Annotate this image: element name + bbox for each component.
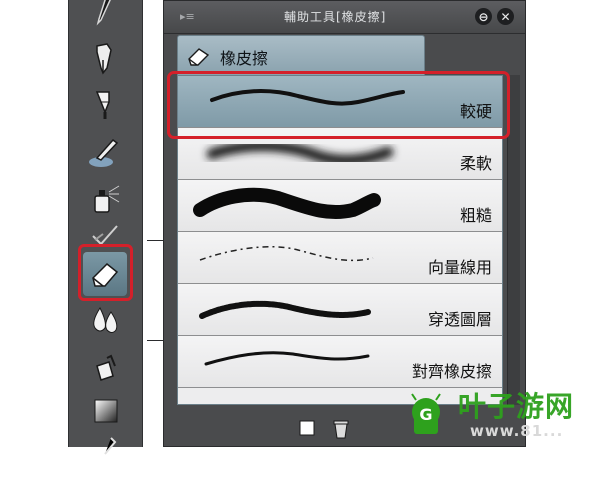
preset-label: 對齊橡皮擦 [411,362,492,381]
panel-grip-icon[interactable]: ▸≡ [180,10,195,23]
new-preset-icon[interactable] [297,418,317,438]
minimize-icon[interactable]: ⊖ [475,8,492,25]
selected-tool-highlight [78,244,133,301]
water-drop-icon[interactable] [77,296,133,344]
eraser-icon [188,48,210,66]
pen-nib-icon[interactable] [77,0,133,34]
brush-icon[interactable] [77,82,133,130]
preset-vector[interactable]: 向量線用 [178,232,502,284]
tab-eraser[interactable]: 橡皮擦 [177,35,425,75]
fountain-pen-icon[interactable] [77,36,133,84]
preset-label: 粗糙 [459,206,492,225]
stroke-preview-rough [193,187,381,220]
watermark-brand: 叶子游网 [458,390,575,423]
preset-snap-eraser[interactable]: 對齊橡皮擦 [178,336,502,388]
watermark-logo: G [411,393,441,434]
preset-label: 穿透圖層 [427,310,492,329]
subtool-panel: ▸≡ 輔助工具[橡皮擦] ⊖ ✕ 橡皮擦 較硬 柔軟 粗糙 向量線用 穿透圖層 … [163,0,526,447]
close-icon[interactable]: ✕ [497,8,514,25]
panel-titlebar[interactable]: ▸≡ 輔助工具[橡皮擦] ⊖ ✕ [164,1,525,34]
preset-through-layers[interactable]: 穿透圖層 [178,284,502,336]
preset-label: 柔軟 [459,154,492,173]
tab-label: 橡皮擦 [220,49,269,68]
svg-text:G: G [419,405,432,424]
watermark-url: www.81... [470,422,564,440]
pen-nib-icon-bottom[interactable] [77,430,133,478]
airbrush-icon[interactable] [77,130,133,178]
selected-preset-highlight [167,71,510,139]
delete-preset-icon[interactable] [330,418,352,440]
preset-rough[interactable]: 粗糙 [178,180,502,232]
tool-strip [68,0,202,455]
preset-label: 向量線用 [427,258,492,277]
panel-title: 輔助工具[橡皮擦] [284,10,387,24]
gradient-icon[interactable] [77,386,133,434]
